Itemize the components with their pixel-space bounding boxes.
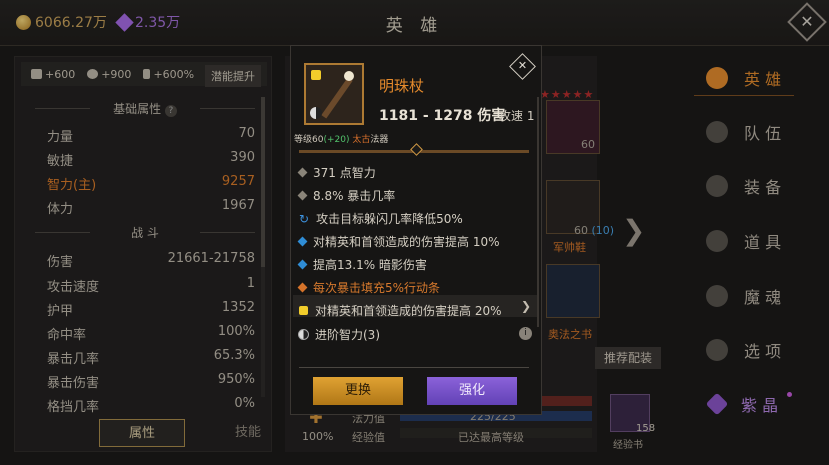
advance-attribute: 进阶智力(3) <box>298 326 380 343</box>
affix-row: ↻ 攻击目标躲闪几率降低50% <box>299 210 463 227</box>
grey-diamond-icon <box>297 167 308 178</box>
blue-diamond-icon <box>297 236 308 247</box>
item-name: 明珠杖 <box>379 77 425 95</box>
staff-icon <box>321 77 353 119</box>
item-detail-popup: ✕ 明珠杖 1181 - 1278 伤害 攻速 1 等级60(+20) 太古法器… <box>290 45 542 415</box>
affix-text: 371 点智力 <box>313 166 376 180</box>
affix-text: 对精英和首领造成的伤害提高 10% <box>313 235 500 249</box>
affix-text: 对精英和首领造成的伤害提高 20% <box>315 304 502 318</box>
affix-row: 对精英和首领造成的伤害提高 10% <box>297 233 500 250</box>
legendary-gem-icon <box>311 70 321 80</box>
item-level: 等级60 <box>294 135 324 145</box>
affix-text: 8.8% 暴击几率 <box>313 189 396 203</box>
affix-row-legendary: 对精英和首领造成的伤害提高 20% <box>299 302 502 319</box>
popup-scrollbar[interactable] <box>537 97 539 327</box>
divider-slider <box>299 143 529 156</box>
item-icon <box>304 63 364 125</box>
yin-yang-icon <box>310 107 322 119</box>
yin-yang-icon <box>298 329 309 340</box>
item-level-line: 等级60(+20) 太古法器 <box>294 132 388 145</box>
item-attack-speed: 攻速 1 <box>499 109 535 123</box>
orb-icon <box>344 71 354 81</box>
item-rarity: 太古 <box>352 135 371 145</box>
affix-row: 8.8% 暴击几率 <box>297 187 396 204</box>
item-damage: 1181 - 1278 伤害 <box>379 108 506 124</box>
affix-text: 提高13.1% 暗影伤害 <box>313 258 427 272</box>
item-category: 法器 <box>370 135 389 145</box>
chevron-right-icon[interactable]: ❯ <box>521 299 531 313</box>
affix-row-special: 每次暴击填充5%行动条 <box>297 279 441 296</box>
legendary-gem-icon <box>299 306 308 315</box>
upgrade-button[interactable]: 强化 <box>427 377 517 405</box>
refresh-icon: ↻ <box>299 211 310 226</box>
affix-row: 371 点智力 <box>297 164 376 181</box>
popup-close-button[interactable]: ✕ <box>509 53 536 80</box>
item-level-bonus: (+20) <box>323 135 350 145</box>
blue-diamond-icon <box>297 259 308 270</box>
replace-button[interactable]: 更换 <box>313 377 403 405</box>
divider <box>299 367 529 368</box>
diamond-icon <box>410 143 423 156</box>
close-icon: ✕ <box>517 59 528 72</box>
advance-text: 进阶智力(3) <box>315 328 380 342</box>
grey-diamond-icon <box>297 190 308 201</box>
affix-text: 每次暴击填充5%行动条 <box>313 281 441 295</box>
affix-row: 提高13.1% 暗影伤害 <box>297 256 427 273</box>
affix-text: 攻击目标躲闪几率降低50% <box>316 212 463 226</box>
info-icon[interactable]: i <box>519 327 532 340</box>
orange-diamond-icon <box>297 282 308 293</box>
